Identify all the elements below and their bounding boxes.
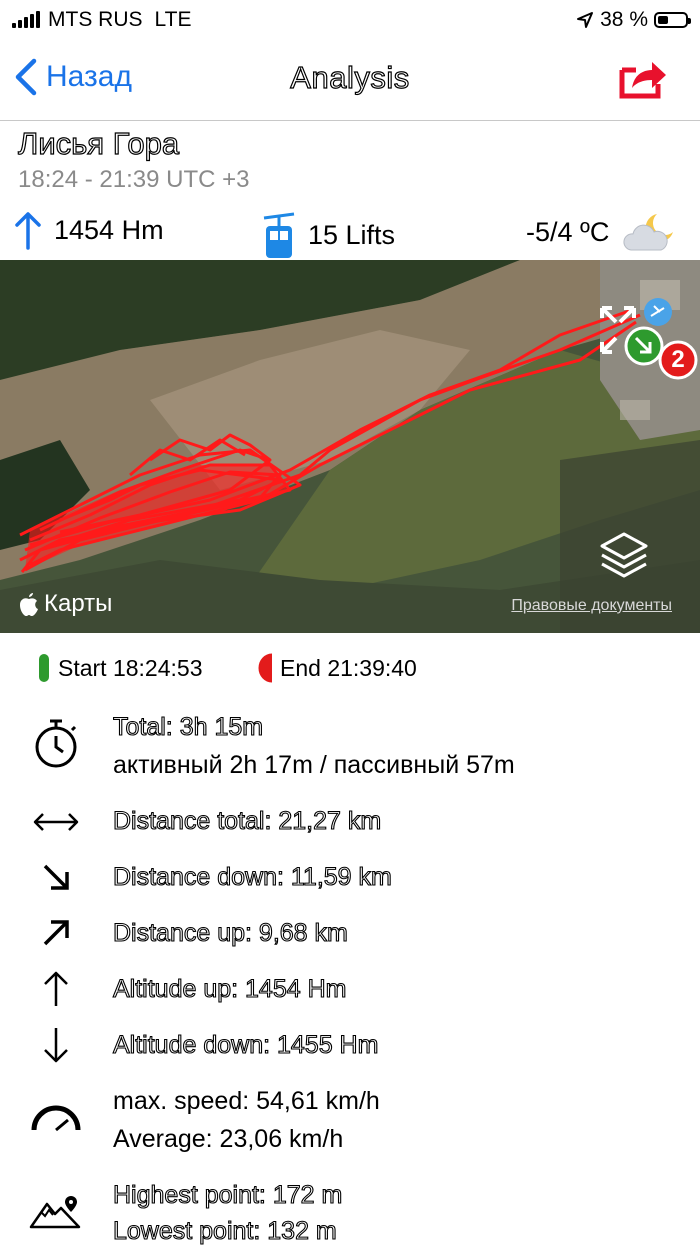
- page-title: Analysis: [290, 59, 410, 95]
- end-time: End 21:39:40: [280, 654, 417, 681]
- start-info: Start 18:24:53: [38, 653, 203, 683]
- average-speed: Average: 23,06 km/h: [113, 1125, 344, 1153]
- active-passive-time: активный 2h 17m / пассивный 57m: [113, 751, 515, 779]
- start-end-row: Start 18:24:53 End 21:39:40: [0, 645, 700, 689]
- arrow-down-icon: [44, 1028, 68, 1063]
- status-left: MTS RUS LTE: [12, 8, 191, 32]
- total-time-row: Total: 3h 15m активный 2h 17m / пассивны…: [0, 708, 700, 788]
- network-label: LTE: [154, 8, 192, 31]
- battery-icon: [654, 12, 691, 28]
- apple-logo-icon: [20, 593, 38, 616]
- distance-up-row: Distance up: 9,68 km: [0, 914, 700, 954]
- altitude-up: Altitude up: 1454 Hm: [112, 974, 347, 1003]
- session-time-range: 18:24 - 21:39 UTC +3: [18, 166, 250, 193]
- stopwatch-icon: [35, 719, 77, 768]
- end-info: End 21:39:40: [258, 653, 417, 683]
- arrow-up-icon: [15, 212, 41, 250]
- max-speed: max. speed: 54,61 km/h: [113, 1087, 380, 1115]
- maps-label: Карты: [44, 590, 113, 617]
- speedometer-icon: [31, 1105, 81, 1132]
- horizontal-arrows-icon: [33, 813, 79, 831]
- altitude-up-row: Altitude up: 1454 Hm: [0, 970, 700, 1010]
- highest-point: Highest point: 172 m: [112, 1180, 343, 1209]
- carrier-label: MTS RUS: [48, 8, 143, 31]
- distance-total-row: Distance total: 21,27 km: [0, 802, 700, 842]
- distance-down: Distance down: 11,59 km: [112, 862, 392, 891]
- distance-up: Distance up: 9,68 km: [112, 918, 348, 947]
- resort-name: Лисья Гора: [17, 125, 180, 161]
- altitude-stat: 1454 Hm: [14, 210, 164, 250]
- speed-row: max. speed: 54,61 km/h Average: 23,06 km…: [0, 1082, 700, 1162]
- navigation-bar: Назад Analysis: [0, 40, 700, 121]
- start-marker-icon: [39, 654, 49, 682]
- status-bar: MTS RUS LTE 38 %: [0, 0, 700, 40]
- mountain-pin-icon: [29, 1196, 81, 1229]
- elevation-row: Highest point: 172 m Lowest point: 132 m: [0, 1176, 700, 1246]
- end-marker-count: 2: [671, 346, 685, 373]
- altitude-down-row: Altitude down: 1455 Hm: [0, 1026, 700, 1066]
- status-right: 38 %: [576, 8, 691, 32]
- layers-icon: [600, 532, 648, 578]
- temperature-value: -5/4 ºC: [526, 216, 610, 247]
- distance-total: Distance total: 21,27 km: [112, 806, 382, 835]
- lifts-stat: 15 Lifts: [262, 210, 395, 260]
- distance-down-row: Distance down: 11,59 km: [0, 858, 700, 898]
- arrow-up-icon: [44, 971, 68, 1006]
- partly-cloudy-night-icon: [623, 214, 674, 251]
- markers: [600, 298, 698, 380]
- altitude-down: Altitude down: 1455 Hm: [112, 1030, 379, 1059]
- start-time: Start 18:24:53: [58, 654, 203, 681]
- total-time: Total: 3h 15m: [112, 712, 264, 741]
- lowest-point: Lowest point: 132 m: [112, 1216, 337, 1245]
- lifts-value: 15 Lifts: [308, 219, 396, 250]
- maps-attribution: Карты: [18, 590, 112, 618]
- track-map[interactable]: 2 Карты Правовые документы: [0, 260, 700, 633]
- gondola-icon: [263, 212, 295, 258]
- location-arrow-icon: [577, 12, 594, 28]
- layers-button[interactable]: [598, 530, 650, 585]
- signal-icon: [12, 11, 40, 28]
- altitude-value: 1454 Hm: [54, 214, 164, 245]
- share-icon: [619, 62, 666, 99]
- battery-percent: 38 %: [600, 8, 648, 31]
- end-marker-icon: [258, 653, 272, 683]
- summary-stats: 1454 Hm 15 Lifts -5/4 ºC: [0, 200, 700, 260]
- arrow-up-right-icon: [43, 920, 69, 946]
- arrow-down-right-icon: [43, 864, 69, 890]
- share-button[interactable]: [618, 56, 668, 105]
- legal-link[interactable]: Правовые документы: [511, 597, 672, 615]
- weather-stat: -5/4 ºC: [526, 210, 677, 254]
